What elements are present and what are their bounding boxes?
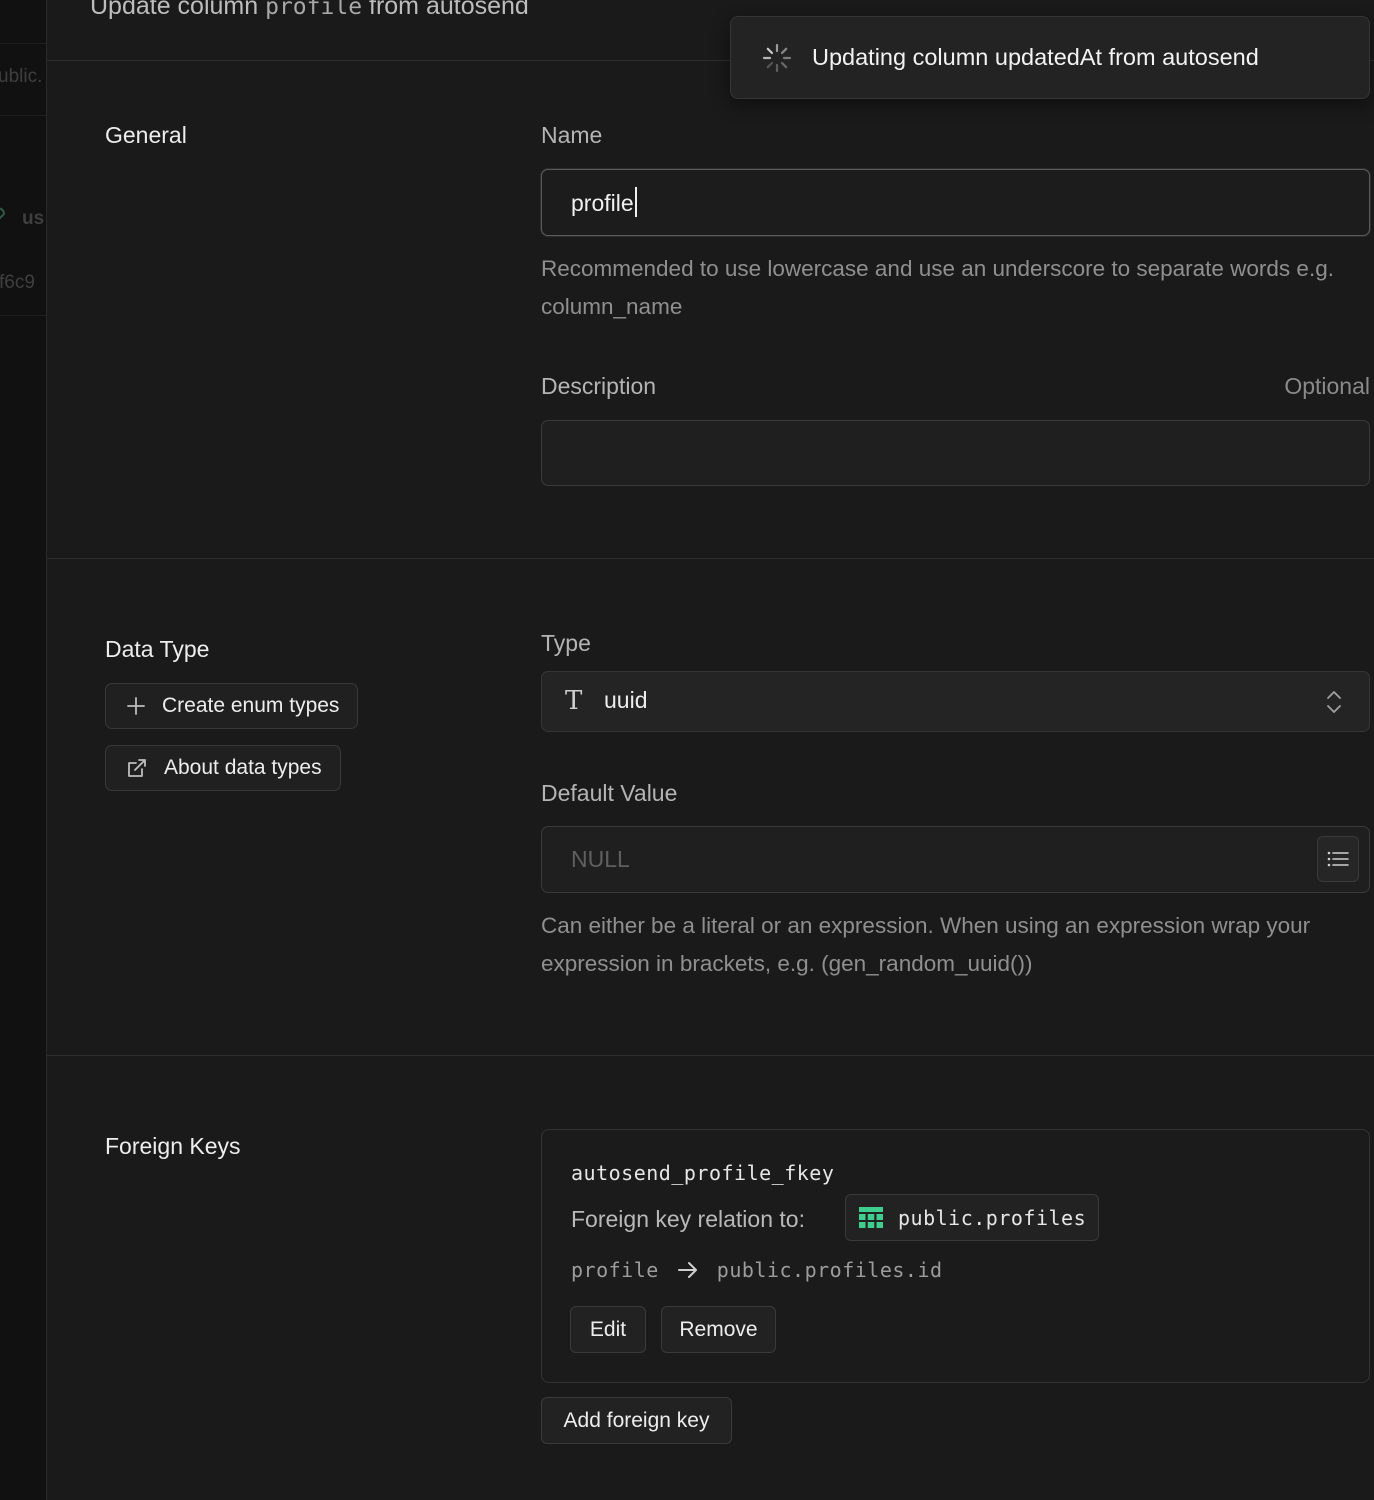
text-type-icon: T <box>565 686 583 716</box>
remove-foreign-key-button[interactable]: Remove <box>661 1306 776 1353</box>
spinner-icon <box>762 43 792 72</box>
type-select[interactable]: T uuid <box>541 671 1370 732</box>
description-label: Description <box>541 373 657 399</box>
foreign-key-target-column: public.profiles.id <box>716 1258 943 1282</box>
foreign-keys-heading: Foreign Keys <box>105 1133 241 1159</box>
background-row <box>0 0 46 44</box>
foreign-key-source-column: profile <box>571 1258 659 1282</box>
name-input-text: profile <box>571 190 634 216</box>
foreign-key-table-link[interactable]: public.profiles <box>845 1194 1100 1241</box>
edit-foreign-key-button[interactable]: Edit <box>570 1306 646 1353</box>
background-row: ublic. <box>0 44 46 116</box>
data-type-heading: Data Type <box>105 636 210 662</box>
toast-message: Updating column updatedAt from autosend <box>812 44 1259 70</box>
foreign-key-relation-label: Foreign key relation to: <box>571 1206 805 1232</box>
name-help-text: Recommended to use lowercase and use an … <box>541 256 1334 319</box>
create-enum-types-button[interactable]: Create enum types <box>105 683 359 729</box>
add-foreign-key-button[interactable]: Add foreign key <box>541 1397 732 1444</box>
chevron-up-down-icon <box>1327 691 1341 713</box>
table-icon <box>859 1206 883 1228</box>
background-key-icon <box>0 207 6 220</box>
default-value-label: Default Value <box>541 780 678 806</box>
name-input-value: profile <box>571 187 637 217</box>
foreign-key-mapping: profile public.profiles.id <box>571 1258 943 1282</box>
title-prefix: Update column <box>90 0 259 20</box>
background-text: us <box>22 208 45 229</box>
page-title: Update column profile from autosend <box>90 0 529 21</box>
about-data-types-label: About data types <box>164 756 322 779</box>
foreign-key-table-name: public.profiles <box>898 1205 1087 1230</box>
default-value-help-text: Can either be a literal or an expression… <box>541 913 1311 976</box>
description-input[interactable] <box>541 420 1370 486</box>
name-input[interactable]: profile <box>541 169 1370 236</box>
plus-icon <box>127 697 145 715</box>
update-column-panel: Update column profile from autosend Gene… <box>47 0 1374 1500</box>
section-divider <box>47 1055 1374 1056</box>
background-page-strip: ublic. us f6c9 <box>0 0 47 1500</box>
external-link-icon <box>128 759 146 777</box>
foreign-key-card: autosend_profile_fkey Foreign key relati… <box>541 1129 1370 1383</box>
background-row: us f6c9 <box>0 116 46 316</box>
title-suffix: from autosend <box>369 0 529 20</box>
general-heading: General <box>105 122 187 148</box>
description-optional-label: Optional <box>1284 373 1370 399</box>
list-icon <box>1327 851 1349 867</box>
name-label: Name <box>541 122 603 148</box>
background-text: f6c9 <box>0 272 35 293</box>
type-label: Type <box>541 630 591 656</box>
toast-notification: Updating column updatedAt from autosend <box>730 16 1370 99</box>
about-data-types-button[interactable]: About data types <box>105 745 341 791</box>
create-enum-types-label: Create enum types <box>162 694 340 717</box>
section-divider <box>47 558 1374 559</box>
background-text: ublic. <box>0 66 43 87</box>
title-column-name: profile <box>265 0 363 20</box>
type-select-value: uuid <box>604 687 648 713</box>
text-caret <box>634 187 637 217</box>
arrow-right-icon <box>677 1262 697 1278</box>
default-value-input[interactable]: NULL <box>541 826 1370 893</box>
default-value-suggestions-button[interactable] <box>1317 836 1359 882</box>
foreign-key-name: autosend_profile_fkey <box>571 1161 835 1185</box>
default-value-placeholder: NULL <box>571 846 630 872</box>
